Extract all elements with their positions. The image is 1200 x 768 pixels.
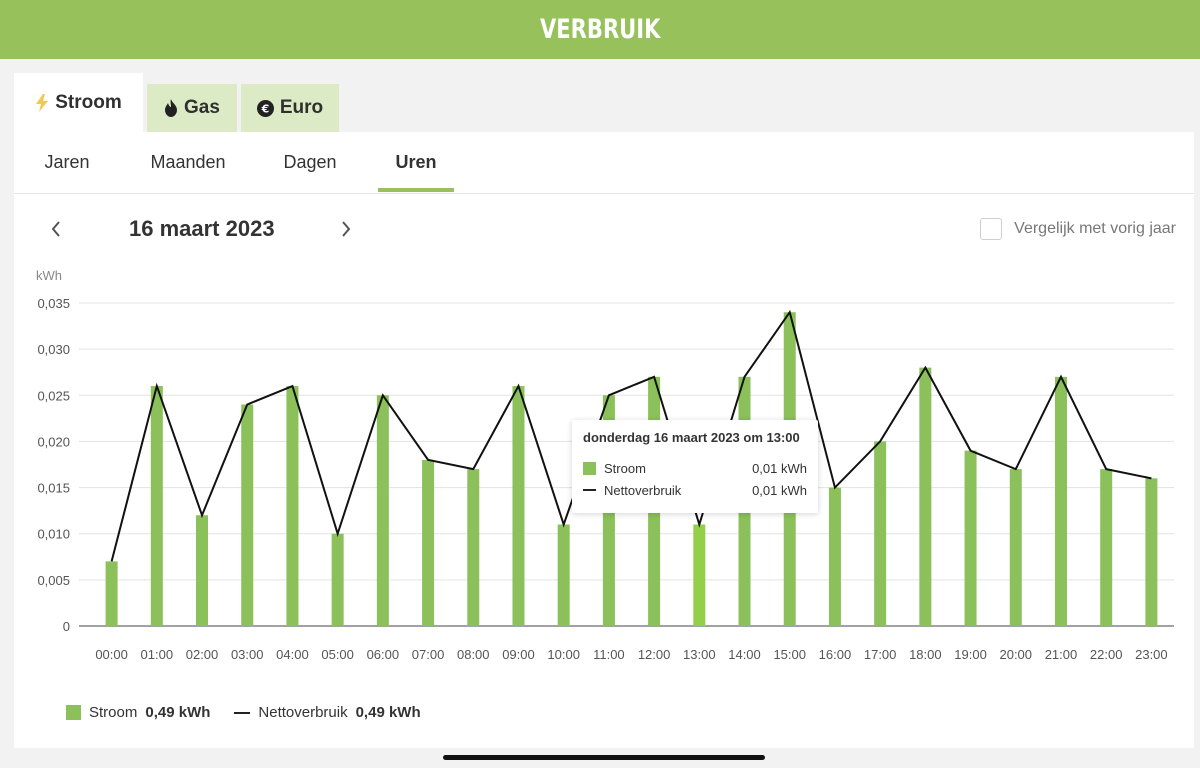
bar-0600 — [376, 395, 389, 626]
legend-stroom-label[interactable]: Stroom — [89, 704, 137, 721]
euro-icon: € — [256, 99, 274, 117]
x-tick-label: 22:00 — [1090, 647, 1123, 662]
bar-0800 — [467, 469, 480, 626]
tooltip-netto-value: 0,01 kWh — [752, 482, 807, 498]
y-tick-label: 0 — [63, 619, 70, 634]
x-tick-label: 07:00 — [412, 647, 445, 662]
chart-tooltip: donderdag 16 maart 2023 om 13:00 Stroom … — [572, 420, 818, 513]
bar-1600 — [828, 487, 841, 626]
legend-netto-label[interactable]: Nettoverbruik — [258, 704, 347, 721]
y-axis-unit-label: kWh — [36, 268, 62, 283]
x-tick-label: 00:00 — [95, 647, 128, 662]
bar-1700 — [874, 441, 887, 626]
x-tick-label: 04:00 — [276, 647, 309, 662]
x-tick-label: 21:00 — [1045, 647, 1078, 662]
x-tick-label: 20:00 — [999, 647, 1032, 662]
tooltip-stroom-label: Stroom — [604, 460, 646, 476]
x-tick-label: 23:00 — [1135, 647, 1168, 662]
tooltip-stroom-value: 0,01 kWh — [752, 460, 807, 476]
x-tick-label: 10:00 — [547, 647, 580, 662]
x-tick-label: 17:00 — [864, 647, 897, 662]
tab-label-gas: Gas — [184, 97, 220, 118]
x-tick-label: 09:00 — [502, 647, 535, 662]
tab-gas[interactable]: Gas — [147, 84, 237, 132]
x-tick-label: 15:00 — [773, 647, 806, 662]
tab-label-euro: Euro — [279, 97, 324, 118]
x-tick-label: 05:00 — [321, 647, 354, 662]
page-title: VERBRUIK — [539, 14, 661, 45]
x-tick-label: 11:00 — [593, 647, 625, 662]
bar-1800 — [919, 367, 932, 626]
bar-1000 — [557, 524, 570, 626]
flame-icon — [164, 99, 178, 117]
bar-0700 — [422, 459, 435, 626]
y-tick-label: 0,025 — [37, 388, 70, 403]
y-tick-label: 0,015 — [37, 481, 70, 496]
x-tick-label: 01:00 — [141, 647, 174, 662]
tooltip-stroom-swatch — [583, 461, 596, 475]
y-tick-label: 0,010 — [37, 527, 70, 542]
bar-0000 — [105, 561, 118, 626]
bar-2000 — [1009, 469, 1022, 626]
tooltip-netto-swatch — [583, 489, 596, 491]
x-tick-label: 06:00 — [367, 647, 400, 662]
bar-0900 — [512, 386, 525, 626]
home-indicator — [443, 755, 765, 760]
bar-1900 — [964, 450, 977, 626]
legend-stroom-swatch — [66, 705, 81, 720]
tooltip-row-stroom: Stroom 0,01 kWh — [583, 457, 807, 479]
x-tick-label: 12:00 — [638, 647, 671, 662]
x-tick-label: 16:00 — [819, 647, 852, 662]
legend-netto-total: 0,49 kWh — [355, 704, 421, 721]
bar-2200 — [1100, 469, 1113, 626]
tooltip-netto-label: Nettoverbruik — [604, 482, 682, 498]
tab-label-stroom: Stroom — [55, 92, 122, 113]
x-tick-label: 13:00 — [683, 647, 716, 662]
x-tick-label: 02:00 — [186, 647, 219, 662]
x-tick-label: 14:00 — [728, 647, 761, 662]
x-tick-label: 08:00 — [457, 647, 490, 662]
x-tick-label: 19:00 — [954, 647, 987, 662]
bar-0100 — [150, 386, 163, 626]
energy-tabs: Stroom Gas € Euro — [14, 73, 1194, 133]
app-header: VERBRUIK — [0, 0, 1200, 59]
tooltip-row-netto: Nettoverbruik 0,01 kWh — [583, 479, 807, 501]
tooltip-title: donderdag 16 maart 2023 om 13:00 — [583, 430, 800, 445]
tab-euro[interactable]: € Euro — [241, 84, 339, 132]
bar-1300 — [693, 524, 706, 626]
bar-2300 — [1145, 478, 1158, 626]
legend-stroom-total: 0,49 kWh — [145, 704, 211, 721]
consumption-panel: Jaren Maanden Dagen Uren 16 maart 2023 V… — [14, 132, 1194, 748]
lightning-icon — [35, 94, 49, 112]
bar-2100 — [1054, 376, 1067, 626]
y-tick-label: 0,030 — [37, 342, 70, 357]
y-tick-label: 0,020 — [37, 434, 70, 449]
legend-netto-swatch — [234, 711, 251, 714]
bar-0300 — [241, 404, 254, 626]
bar-0400 — [286, 386, 299, 626]
bar-0500 — [331, 533, 344, 626]
x-tick-label: 03:00 — [231, 647, 264, 662]
y-tick-label: 0,035 — [37, 296, 70, 311]
svg-text:€: € — [261, 102, 270, 115]
y-tick-label: 0,005 — [37, 573, 70, 588]
chart-legend: Stroom 0,49 kWh Nettoverbruik 0,49 kWh — [66, 704, 445, 721]
x-tick-label: 18:00 — [909, 647, 942, 662]
bar-0200 — [196, 515, 209, 626]
tab-stroom[interactable]: Stroom — [14, 73, 143, 133]
